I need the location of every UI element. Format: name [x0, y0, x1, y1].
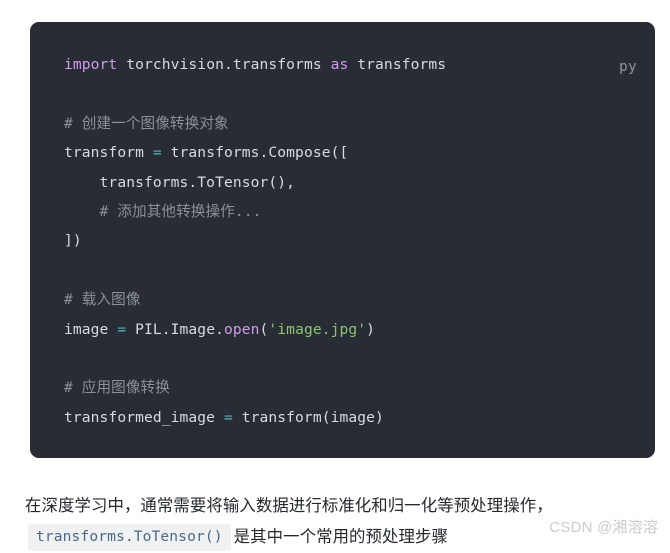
token-plain: transforms.ToTensor(),: [64, 173, 296, 191]
token-operator: =: [152, 144, 162, 162]
line-import: import torchvision.transforms as transfo…: [64, 50, 635, 79]
token-comment: # 载入图像: [64, 291, 141, 309]
token-plain: transforms.Compose([: [161, 144, 349, 162]
line-comment-load: # 载入图像: [64, 285, 635, 314]
line-image-open: image = PIL.Image.open('image.jpg'): [64, 315, 635, 344]
token-plain: transform: [64, 144, 153, 162]
line-transformed-image: transformed_image = transform(image): [64, 403, 635, 432]
token-plain: ): [366, 320, 376, 338]
line-totensor: transforms.ToTensor(),: [64, 168, 635, 197]
token-function: open: [223, 320, 260, 338]
line-comment-add-other: # 添加其他转换操作...: [64, 197, 635, 226]
token-plain: transforms: [348, 56, 447, 73]
token-plain: PIL.Image.: [126, 320, 224, 338]
line-transform-assign: transform = transforms.Compose([: [64, 138, 635, 167]
token-comment: # 应用图像转换: [64, 379, 170, 397]
article-snippet-page: py import torchvision.transforms as tran…: [0, 0, 670, 553]
line-comment-apply: # 应用图像转换: [64, 373, 635, 402]
body-paragraph: 在深度学习中，通常需要将输入数据进行标准化和归一化等预处理操作， transfor…: [25, 491, 650, 553]
token-comment: # 添加其他转换操作...: [64, 203, 262, 221]
token-keyword: import: [64, 56, 118, 73]
token-plain: torchvision.transforms: [117, 56, 331, 73]
token-string: 'image.jpg': [268, 320, 367, 338]
token-plain: image: [64, 320, 118, 338]
line-comment-create: # 创建一个图像转换对象: [64, 109, 635, 138]
token-keyword: as: [330, 56, 349, 73]
inline-code-totensor: transforms.ToTensor(): [28, 524, 231, 552]
line-blank-1: [64, 79, 635, 108]
line-close-bracket: ]): [64, 226, 635, 255]
code-content[interactable]: import torchvision.transforms as transfo…: [64, 50, 635, 432]
code-block: py import torchvision.transforms as tran…: [30, 22, 655, 458]
line-blank-3: [64, 344, 635, 373]
paragraph-text-after: 是其中一个常用的预处理步骤: [233, 528, 449, 547]
token-operator: =: [117, 320, 127, 338]
token-plain: transformed_image: [64, 408, 224, 426]
token-comment: # 创建一个图像转换对象: [64, 114, 229, 132]
token-operator: =: [223, 408, 233, 426]
token-plain: ]): [64, 232, 82, 250]
line-blank-2: [64, 256, 635, 285]
token-plain: transform(image): [232, 408, 384, 426]
paragraph-text-before: 在深度学习中，通常需要将输入数据进行标准化和归一化等预处理操作，: [25, 497, 553, 516]
